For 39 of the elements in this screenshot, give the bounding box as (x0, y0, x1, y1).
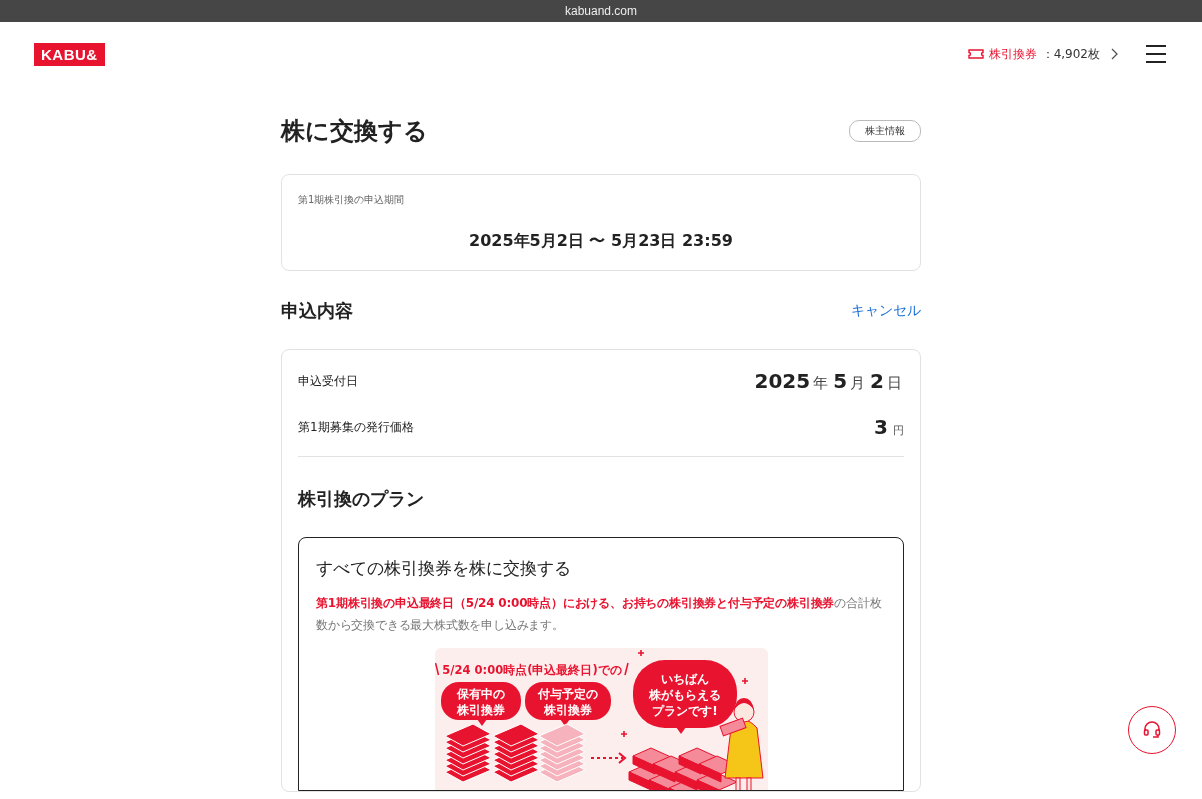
shareholder-info-button[interactable]: 株主情報 (849, 120, 921, 142)
plan-heading: 株引換のプラン (298, 487, 425, 511)
ticket-stack-drawing (444, 723, 491, 783)
plan-card[interactable]: すべての株引換券を株に交換する 第1期株引換の申込最終日（5/24 0:00時点）における、お持ちの株引換券と付与予定の株引換券の合計枚数から交換できる最大株式数を申し込みます。 5/24 0:00時点(申込最終日)での 保有中の 株引換券 付与予定の 株引換券 いちばん 株がもらえる プランです! (298, 537, 904, 791)
headset-icon (1142, 720, 1162, 740)
logo[interactable]: KABU& (34, 42, 105, 66)
page-title: 株に交換する (281, 117, 428, 145)
plan-description: 第1期株引換の申込最終日（5/24 0:00時点）における、お持ちの株引換券と付与予定の株引換券の合計枚数から交換できる最大株式数を申し込みます。 (316, 595, 883, 634)
ticket-stack-drawing (538, 723, 585, 783)
cancel-link[interactable]: キャンセル (851, 302, 921, 320)
bubble-text: 保有中の (456, 687, 505, 701)
illustration-caption: 5/24 0:00時点(申込最終日)での (441, 663, 622, 677)
bubble-text: 株がもらえる (648, 688, 721, 702)
bubble-text: 付与予定の (537, 687, 598, 701)
sparkle-icon (740, 677, 749, 685)
row-value: 3 円 (874, 415, 904, 439)
bubble-text: 株引換券 (543, 703, 592, 717)
sparkle-icon (636, 649, 645, 657)
plan-title: すべての株引換券を株に交換する (316, 557, 572, 580)
row-label: 申込受付日 (298, 372, 358, 390)
ticket-icon (967, 48, 984, 60)
period-label: 第1期株引換の申込期間 (298, 193, 406, 207)
ticket-count-link[interactable]: 株引換券 ：4,902枚 (967, 45, 1100, 63)
address-text: kabuand.com (564, 4, 637, 18)
slash-mark (623, 662, 629, 676)
row-label: 第1期募集の発行価格 (298, 418, 414, 436)
support-button[interactable] (1128, 706, 1176, 754)
menu-icon[interactable] (1146, 45, 1166, 63)
bubble-text: いちばん (660, 672, 709, 686)
bubble-text: 株引換券 (456, 703, 505, 717)
slash-mark (434, 662, 439, 676)
period-value: 2025年5月2日 〜 5月23日 23:59 (468, 231, 734, 252)
ticket-stack-drawing (492, 723, 539, 783)
chevron-right-icon (1110, 48, 1118, 60)
sparkle-icon (619, 730, 628, 738)
section-heading: 申込内容 (281, 299, 353, 323)
bubble-text: プランです! (651, 704, 718, 718)
row-value: 2025 年 5 月 2 日 (754, 369, 903, 393)
arrow-icon (589, 752, 627, 764)
